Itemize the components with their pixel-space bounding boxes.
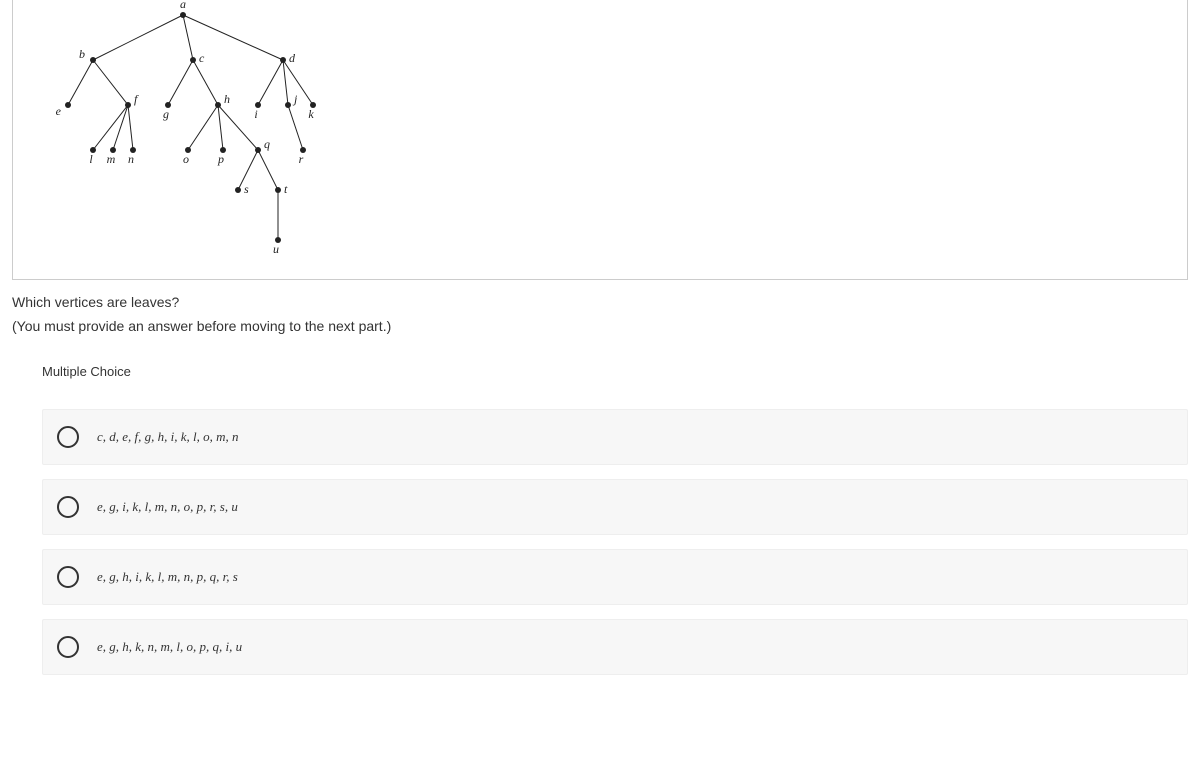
svg-text:c: c — [199, 51, 205, 65]
radio-icon — [57, 636, 79, 658]
svg-text:o: o — [183, 152, 189, 166]
svg-text:t: t — [284, 182, 288, 196]
svg-text:n: n — [128, 152, 134, 166]
svg-text:g: g — [163, 107, 169, 121]
svg-text:l: l — [89, 152, 93, 166]
option-d[interactable]: e, g, h, k, n, m, l, o, p, q, i, u — [42, 619, 1188, 675]
svg-text:k: k — [308, 107, 314, 121]
option-c[interactable]: e, g, h, i, k, l, m, n, p, q, r, s — [42, 549, 1188, 605]
svg-text:m: m — [107, 152, 116, 166]
svg-text:s: s — [244, 182, 249, 196]
option-a[interactable]: c, d, e, f, g, h, i, k, l, o, m, n — [42, 409, 1188, 465]
option-text: e, g, h, i, k, l, m, n, p, q, r, s — [97, 569, 238, 585]
svg-text:u: u — [273, 242, 279, 256]
multiple-choice-label: Multiple Choice — [42, 364, 1200, 379]
svg-text:i: i — [254, 107, 257, 121]
svg-text:q: q — [264, 137, 270, 151]
svg-text:a: a — [180, 0, 186, 11]
svg-text:j: j — [292, 92, 298, 106]
svg-text:h: h — [224, 92, 230, 106]
question-text: Which vertices are leaves? — [12, 294, 1200, 310]
svg-text:b: b — [79, 47, 85, 61]
svg-text:e: e — [56, 104, 62, 118]
instruction-text: (You must provide an answer before movin… — [12, 318, 1200, 334]
option-text: c, d, e, f, g, h, i, k, l, o, m, n — [97, 429, 239, 445]
svg-text:f: f — [134, 92, 139, 106]
svg-text:d: d — [289, 51, 296, 65]
svg-text:r: r — [299, 152, 304, 166]
option-text: e, g, h, k, n, m, l, o, p, q, i, u — [97, 639, 242, 655]
svg-text:p: p — [217, 152, 224, 166]
option-b[interactable]: e, g, i, k, l, m, n, o, p, r, s, u — [42, 479, 1188, 535]
radio-icon — [57, 426, 79, 448]
tree-diagram-box: a b c d e f g h i j k l m n o p q — [12, 0, 1188, 280]
option-text: e, g, i, k, l, m, n, o, p, r, s, u — [97, 499, 238, 515]
radio-icon — [57, 566, 79, 588]
tree-diagram: a b c d e f g h i j k l m n o p q — [13, 0, 413, 280]
radio-icon — [57, 496, 79, 518]
